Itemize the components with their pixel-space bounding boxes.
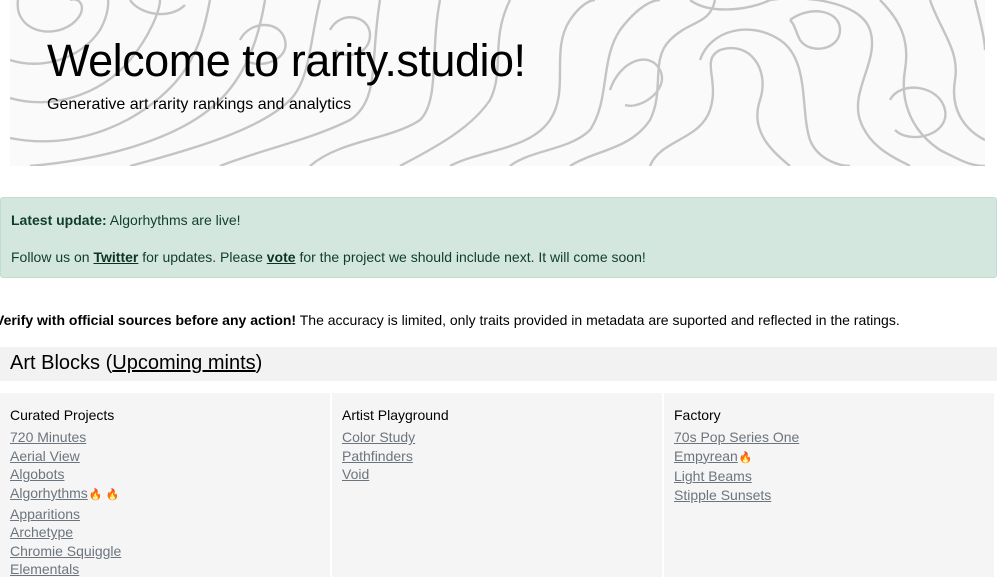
list-item: Color Study xyxy=(342,428,662,447)
column-title: Curated Projects xyxy=(10,407,115,423)
column-curated-projects: Curated Projects 720 Minutes Aerial View… xyxy=(0,393,330,577)
fire-icon: 🔥 xyxy=(738,451,753,464)
page-title: Welcome to rarity.studio! xyxy=(47,34,526,88)
project-link[interactable]: Elementals xyxy=(10,561,79,577)
project-link[interactable]: Void xyxy=(342,466,369,482)
project-link[interactable]: Light Beams xyxy=(674,468,752,484)
list-item: 720 Minutes xyxy=(10,428,330,447)
list-item: Pathfinders xyxy=(342,447,662,466)
follow-prefix: Follow us on xyxy=(11,249,94,265)
column-title: Artist Playground xyxy=(342,407,449,423)
project-link[interactable]: Algorhythms xyxy=(10,485,88,501)
title-suffix: ! xyxy=(513,35,527,86)
project-list: Color Study Pathfinders Void xyxy=(342,428,662,484)
vote-link[interactable]: vote xyxy=(267,249,296,265)
column-artist-playground: Artist Playground Color Study Pathfinder… xyxy=(332,393,662,577)
list-item: 70s Pop Series One xyxy=(674,428,994,447)
project-link[interactable]: Color Study xyxy=(342,429,415,445)
section-title-prefix: Art Blocks ( xyxy=(10,352,113,374)
fire-icon: 🔥 🔥 xyxy=(88,488,120,501)
project-link[interactable]: Empyrean xyxy=(674,448,738,464)
list-item: Algobots xyxy=(10,465,330,484)
column-factory: Factory 70s Pop Series One Empyrean🔥 Lig… xyxy=(664,393,994,577)
art-blocks-title: Art Blocks (Upcoming mints) xyxy=(10,352,262,375)
title-prefix: Welcome to xyxy=(47,35,291,86)
list-item: Light Beams xyxy=(674,467,994,486)
column-title: Factory xyxy=(674,407,721,423)
project-link[interactable]: Archetype xyxy=(10,524,73,540)
list-item: Stipple Sunsets xyxy=(674,486,994,505)
project-list: 70s Pop Series One Empyrean🔥 Light Beams… xyxy=(674,428,994,504)
project-columns: Curated Projects 720 Minutes Aerial View… xyxy=(0,393,997,577)
project-link[interactable]: Pathfinders xyxy=(342,448,413,464)
project-link[interactable]: Apparitions xyxy=(10,506,80,522)
brand-name: rarity.studio xyxy=(290,35,514,86)
update-alert: Latest update: Algorhythms are live! Fol… xyxy=(0,197,997,278)
latest-update-label: Latest update: xyxy=(11,212,107,228)
follow-line: Follow us on Twitter for updates. Please… xyxy=(11,249,646,265)
project-link[interactable]: Algobots xyxy=(10,466,64,482)
latest-update-text: Algorhythms are live! xyxy=(106,212,241,228)
list-item: Empyrean🔥 xyxy=(674,447,994,468)
list-item: Apparitions xyxy=(10,505,330,524)
project-link[interactable]: Aerial View xyxy=(10,448,80,464)
latest-update-line: Latest update: Algorhythms are live! xyxy=(11,212,241,228)
list-item: Void xyxy=(342,465,662,484)
project-link[interactable]: Stipple Sunsets xyxy=(674,487,771,503)
list-item: Chromie Squiggle xyxy=(10,542,330,561)
project-list: 720 Minutes Aerial View Algobots Algorhy… xyxy=(10,428,330,579)
project-link[interactable]: 720 Minutes xyxy=(10,429,86,445)
accuracy-warning: Verify with official sources before any … xyxy=(0,312,900,328)
project-link[interactable]: 70s Pop Series One xyxy=(674,429,799,445)
warning-bold: Verify with official sources before any … xyxy=(0,312,297,328)
upcoming-mints-link[interactable]: Upcoming mints xyxy=(112,352,255,374)
section-title-suffix: ) xyxy=(255,352,263,374)
twitter-link[interactable]: Twitter xyxy=(93,249,138,265)
warning-text: The accuracy is limited, only traits pro… xyxy=(296,312,900,328)
follow-mid: for updates. Please xyxy=(138,249,267,265)
list-item: Elementals xyxy=(10,560,330,579)
art-blocks-header: Art Blocks (Upcoming mints) xyxy=(0,347,997,381)
project-link[interactable]: Chromie Squiggle xyxy=(10,543,121,559)
list-item: Algorhythms🔥 🔥 xyxy=(10,484,330,505)
list-item: Archetype xyxy=(10,523,330,542)
hero-banner: Welcome to rarity.studio! Generative art… xyxy=(10,0,985,166)
follow-suffix: for the project we should include next. … xyxy=(295,249,646,265)
list-item: Aerial View xyxy=(10,447,330,466)
page-subtitle: Generative art rarity rankings and analy… xyxy=(47,96,352,113)
